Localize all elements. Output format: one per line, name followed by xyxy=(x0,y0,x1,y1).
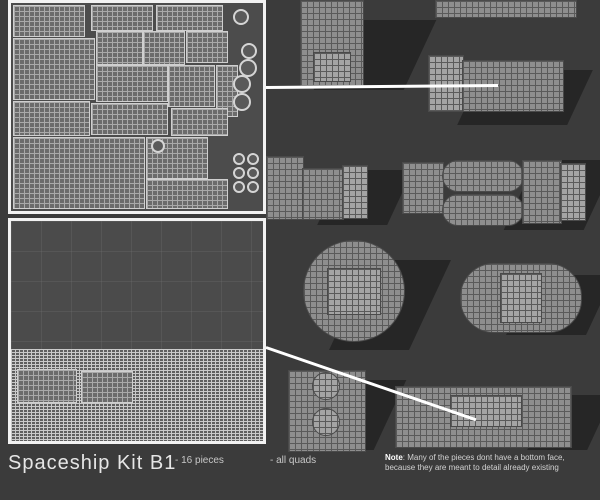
kit-piece-deck-machinery xyxy=(450,395,522,427)
uv-island xyxy=(91,5,153,31)
uv-island xyxy=(13,38,95,100)
uv-island xyxy=(13,137,145,209)
uv-ring xyxy=(233,153,245,165)
uv-ring xyxy=(151,139,165,153)
uv-island xyxy=(146,179,228,209)
kit-piece-vent xyxy=(342,165,368,219)
uv-island xyxy=(17,369,77,403)
uv-island xyxy=(168,65,215,107)
note-body: : Many of the pieces dont have a bottom … xyxy=(385,453,565,472)
uv-empty-area xyxy=(11,221,263,349)
uv-layout-bottom xyxy=(8,218,266,444)
kit-piece-round-core xyxy=(327,268,381,315)
uv-island xyxy=(13,5,85,37)
uv-ring xyxy=(233,93,251,111)
kit-piece-coupler xyxy=(302,168,344,220)
piece-count: - 16 pieces xyxy=(175,455,224,466)
kit-piece-endcap xyxy=(522,160,562,224)
uv-island xyxy=(96,31,143,65)
kit-piece-turbine xyxy=(312,408,340,436)
kit-piece-rail xyxy=(435,0,577,18)
uv-layout-top xyxy=(8,0,266,214)
uv-island xyxy=(13,101,90,136)
uv-ring xyxy=(233,167,245,179)
kit-piece-connector xyxy=(402,162,444,214)
uv-ring xyxy=(247,181,259,193)
uv-island xyxy=(91,103,168,135)
uv-island xyxy=(186,31,228,63)
uv-island xyxy=(81,371,133,403)
uv-ring xyxy=(247,167,259,179)
uv-island xyxy=(171,108,228,136)
kit-piece-hangar-door xyxy=(313,52,351,82)
kit-piece-cylinder xyxy=(266,156,304,220)
uv-ring xyxy=(241,43,257,59)
uv-island xyxy=(156,5,223,31)
render-stage: Spaceship Kit B1 - 16 pieces - all quads… xyxy=(0,0,600,500)
uv-island xyxy=(96,65,168,102)
topology-info: - all quads xyxy=(270,455,317,466)
uv-island xyxy=(143,31,185,65)
page-title: Spaceship Kit B1 xyxy=(8,452,177,474)
uv-ring xyxy=(233,9,249,25)
kit-piece-hatch-door xyxy=(500,273,542,323)
kit-piece-vent-panel xyxy=(560,163,586,221)
uv-ring xyxy=(233,181,245,193)
kit-piece-tank-lower xyxy=(442,194,524,226)
uv-ring xyxy=(247,153,259,165)
kit-piece-tank-upper xyxy=(442,160,524,192)
note-text: Note: Many of the pieces dont have a bot… xyxy=(385,453,590,473)
note-label: Note xyxy=(385,453,403,462)
uv-ring xyxy=(233,75,251,93)
kit-piece-turbine xyxy=(312,372,340,400)
